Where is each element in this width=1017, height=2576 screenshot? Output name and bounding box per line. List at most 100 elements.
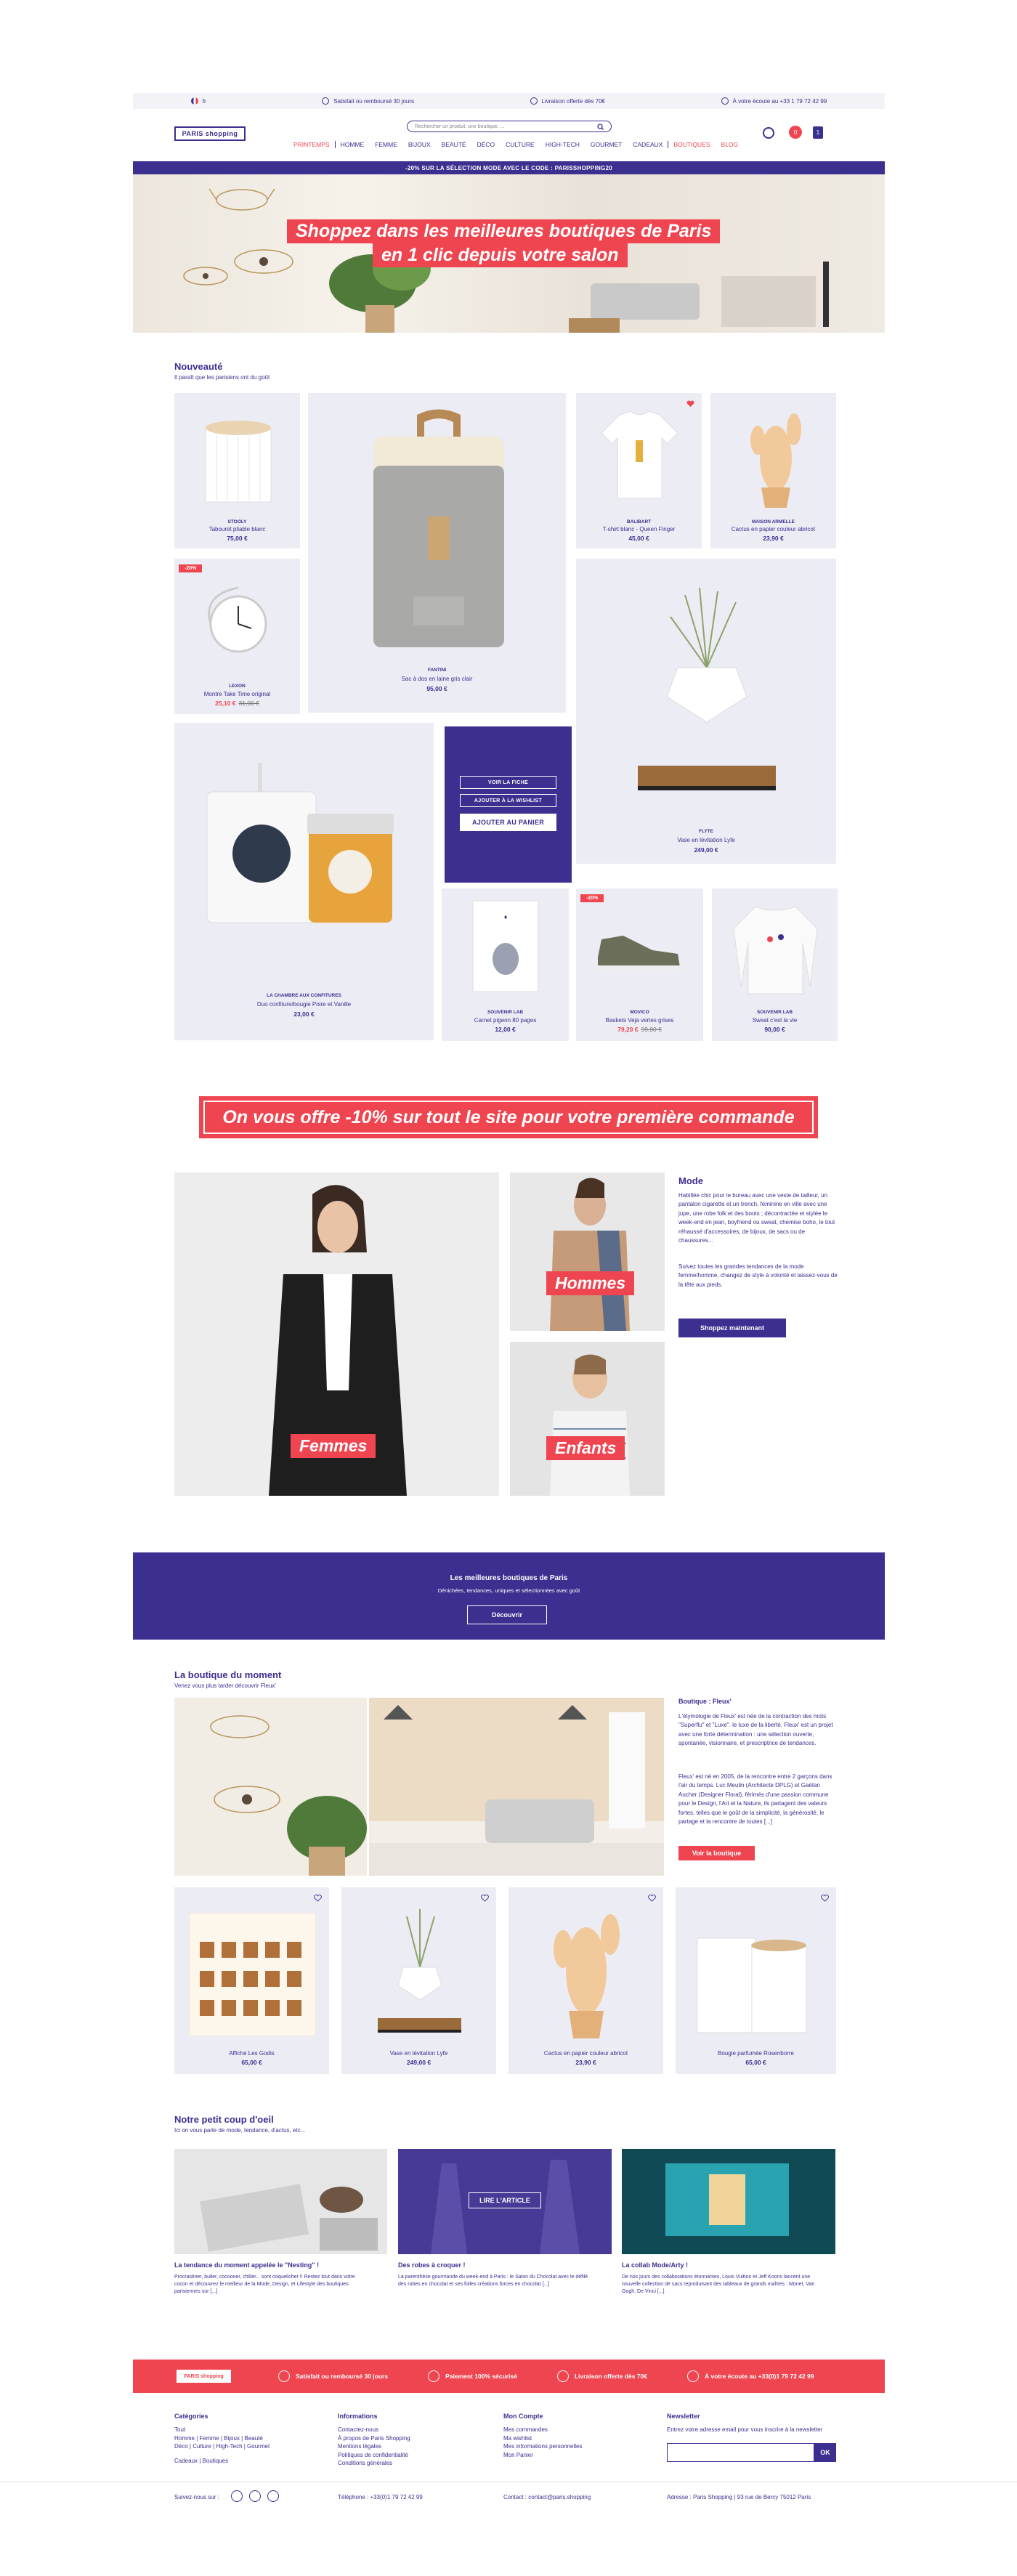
- nav-boutiques[interactable]: BOUTIQUES: [668, 141, 715, 148]
- nav-hightech[interactable]: HIGH-TECH: [540, 141, 585, 148]
- shop-now-button[interactable]: Shoppez maintenant: [678, 1319, 786, 1337]
- enfants-label: Enfants: [546, 1436, 625, 1460]
- discount-badge: -20%: [179, 564, 203, 572]
- heart-icon[interactable]: [686, 400, 694, 408]
- footer-col-info: Informations Contactez-nous À propos de …: [338, 2413, 483, 2468]
- blog-post-1-image[interactable]: [174, 2149, 387, 2254]
- site-logo[interactable]: PARIS shopping: [174, 126, 246, 141]
- boutique-product-candle[interactable]: Bougie parfumée Rosenborre 65,00 €: [676, 1887, 836, 2074]
- wishlist-icon[interactable]: 0: [789, 126, 802, 139]
- blog-post-3-image[interactable]: [622, 2149, 835, 2254]
- promo-bar[interactable]: -20% SUR LA SÉLECTION MODE AVEC LE CODE …: [133, 161, 885, 174]
- cart-icon[interactable]: 1: [813, 126, 823, 139]
- footer-col-account: Mon Compte Mes commandes Ma wishlist Mes…: [503, 2413, 649, 2459]
- footer-link[interactable]: Cadeaux | Boutiques: [174, 2457, 320, 2466]
- account-icon[interactable]: [763, 127, 774, 139]
- product-price: 79,20 €99,00 €: [576, 1026, 703, 1033]
- boutique-product-vase[interactable]: Vase en lévitation Lyfe 249,00 €: [341, 1887, 496, 2074]
- nav-culture[interactable]: CULTURE: [500, 141, 540, 148]
- product-card-watch[interactable]: -20% LEXON Montre Take Time original 25,…: [174, 559, 300, 714]
- product-card-backpack[interactable]: FANTINI Sac à dos en laine gris clair 95…: [308, 393, 566, 713]
- newsletter-ok-button[interactable]: OK: [814, 2442, 836, 2462]
- blog-post-2-title[interactable]: Des robes à croquer !: [398, 2261, 612, 2269]
- offer-text: On vous offre -10% sur tout le site pour…: [203, 1101, 814, 1134]
- product-name: Cactus en papier couleur abricot: [543, 2050, 628, 2057]
- footer-link[interactable]: Politiques de confidentialité: [338, 2451, 483, 2460]
- nav-gourmet[interactable]: GOURMET: [585, 141, 627, 148]
- footer-link[interactable]: Homme | Femme | Bijoux | Beauté: [174, 2434, 320, 2443]
- product-card-stool[interactable]: STOOLY Tabouret pliable blanc 75,00 €: [174, 393, 300, 548]
- instagram-icon[interactable]: [249, 2490, 261, 2502]
- boutique-image-livingroom[interactable]: [369, 1698, 664, 1876]
- search-placeholder: Rechercher un produit, une boutique, ...: [415, 123, 505, 129]
- living-room-image: [369, 1698, 664, 1876]
- footer-link[interactable]: Mes commandes: [503, 2426, 649, 2434]
- footer-link[interactable]: Contactez-nous: [338, 2426, 483, 2434]
- nav-printemps[interactable]: PRINTEMPS: [288, 141, 335, 148]
- hero-banner[interactable]: Shoppez dans les meilleures boutiques de…: [133, 174, 885, 333]
- nav-cadeaux[interactable]: CADEAUX: [627, 141, 668, 148]
- blog-post-3-title[interactable]: La collab Mode/Arty !: [622, 2261, 835, 2269]
- product-card-sweat[interactable]: SOUVENIR LAB Sweat c'est la vie 90,00 €: [712, 888, 838, 1041]
- heart-outline-icon[interactable]: [481, 1895, 489, 1902]
- nav-deco[interactable]: DÉCO: [471, 141, 501, 148]
- heart-outline-icon[interactable]: [648, 1895, 656, 1902]
- footer-link[interactable]: Mes informations personnelles: [503, 2442, 649, 2451]
- add-to-cart-button[interactable]: AJOUTER AU PANIER: [460, 814, 556, 831]
- social-links: [231, 2490, 279, 2502]
- product-name: T-shirt blanc - Queen Finger: [602, 526, 676, 532]
- nav-bijoux[interactable]: BIJOUX: [402, 141, 436, 148]
- blog-post-2-image[interactable]: LIRE L'ARTICLE: [398, 2149, 612, 2254]
- blog-post-3-excerpt: De nos jours des collaborations étonnant…: [622, 2275, 815, 2294]
- heart-outline-icon[interactable]: [314, 1895, 322, 1902]
- best-shops-title: Les meilleures boutiques de Paris: [450, 1574, 568, 1582]
- product-card-cactus[interactable]: MAISON ARMELLE Cactus en papier couleur …: [710, 393, 836, 548]
- pinterest-icon[interactable]: [267, 2490, 279, 2502]
- product-brand: SOUVENIR LAB: [756, 1010, 793, 1015]
- boutique-product-cactus[interactable]: Cactus en papier couleur abricot 23,90 €: [508, 1887, 663, 2074]
- category-femmes-tile[interactable]: Femmes: [174, 1172, 499, 1496]
- footer-phone-text[interactable]: Téléphone : +33(0)1 79 72 42 99: [338, 2493, 423, 2502]
- nav-blog[interactable]: BLOG: [716, 141, 744, 148]
- footer-link[interactable]: Conditions générales: [338, 2459, 483, 2468]
- view-product-button[interactable]: VOIR LA FICHE: [460, 776, 556, 789]
- footer-link[interactable]: Mon Panier: [503, 2451, 649, 2460]
- discover-button[interactable]: Découvrir: [467, 1605, 547, 1624]
- heart-outline-icon[interactable]: [821, 1895, 829, 1902]
- footer-contact-text[interactable]: Contact : contact@paris.shopping: [503, 2493, 591, 2502]
- language-selector[interactable]: fr: [203, 98, 206, 105]
- blog-post-1-title[interactable]: La tendance du moment appelée le "Nestin…: [174, 2261, 387, 2269]
- footer-link[interactable]: Déco | Culture | High-Tech | Gourmet: [174, 2442, 320, 2451]
- footer-logo[interactable]: PARIS shopping: [177, 2370, 231, 2383]
- search-icon[interactable]: [597, 123, 604, 130]
- nav-homme[interactable]: HOMME: [334, 141, 370, 148]
- scented-candle-image: [697, 1937, 807, 2033]
- add-wishlist-button[interactable]: AJOUTER À LA WISHLIST: [460, 794, 556, 807]
- see-shop-button[interactable]: Voir la boutique: [678, 1846, 755, 1860]
- flag-fr-icon[interactable]: [190, 97, 198, 105]
- first-order-offer-banner[interactable]: On vous offre -10% sur tout le site pour…: [199, 1096, 818, 1138]
- facebook-icon[interactable]: [231, 2490, 243, 2502]
- footer-link[interactable]: Ma wishlist: [503, 2434, 649, 2443]
- product-name: Cactus en papier couleur abricot: [731, 526, 816, 532]
- category-hommes-tile[interactable]: Hommes: [510, 1172, 665, 1331]
- footer-link[interactable]: Tout: [174, 2426, 320, 2434]
- footer-link[interactable]: À propos de Paris Shopping: [338, 2434, 483, 2443]
- product-card-sneakers[interactable]: -20% MOVICO Baskets Veja vertes grises 7…: [576, 888, 703, 1041]
- newsletter-email-input[interactable]: [667, 2442, 814, 2462]
- boutique-image-mirrors[interactable]: [174, 1698, 367, 1876]
- footer-link[interactable]: Mentions légales: [338, 2442, 483, 2451]
- nav-beaute[interactable]: BEAUTÉ: [436, 141, 471, 148]
- product-card-candles[interactable]: LA CHAMBRE AUX CONFITURES Duo confiture/…: [174, 723, 434, 1040]
- read-article-button[interactable]: LIRE L'ARTICLE: [469, 2192, 541, 2208]
- search-input[interactable]: Rechercher un produit, une boutique, ...: [407, 121, 612, 132]
- blog-section-title: Notre petit coup d'oeil: [174, 2114, 274, 2125]
- hommes-label: Hommes: [546, 1271, 635, 1295]
- category-enfants-tile[interactable]: Enfants: [510, 1342, 665, 1496]
- product-card-notebook[interactable]: ♦ SOUVENIR LAB Carnet pigeon 80 pages 12…: [442, 888, 569, 1041]
- product-card-tshirt[interactable]: BALIBART T-shirt blanc - Queen Finger 45…: [576, 393, 702, 548]
- boutique-product-poster[interactable]: Affiche Les Godis 65,00 €: [174, 1887, 329, 2074]
- product-card-vase[interactable]: FLYTE Vase en lévitation Lyfe 249,00 €: [576, 559, 836, 864]
- phone-info: À votre écoute au +33 1 79 72 42 99: [732, 97, 827, 105]
- nav-femme[interactable]: FEMME: [369, 141, 402, 148]
